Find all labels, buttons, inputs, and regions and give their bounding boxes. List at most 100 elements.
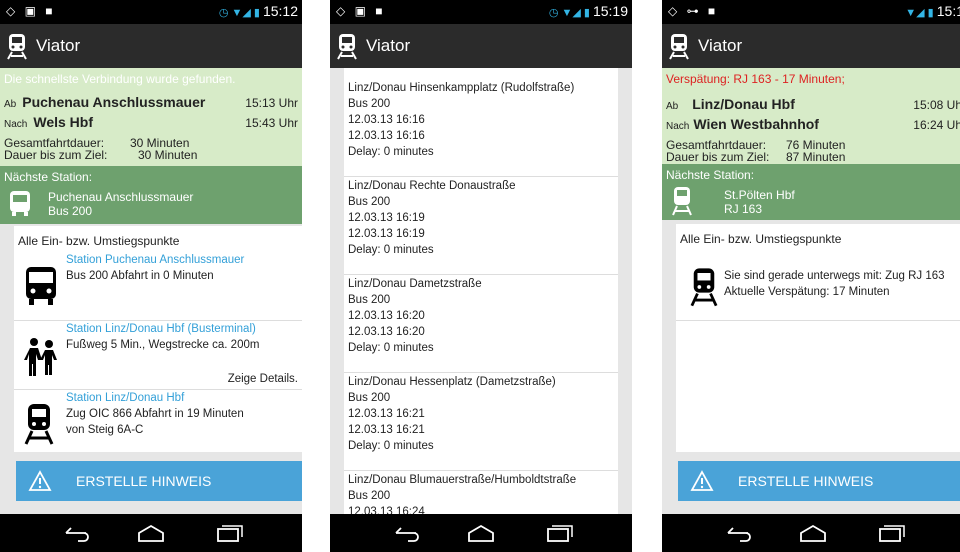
notification-icons: ◇ ▣ ■ [6,4,56,18]
remaining-label: Dauer bis zum Ziel: [4,148,108,162]
action-bar: Viator [330,24,632,68]
nav-bar [0,514,302,552]
from-label: Ab [4,99,17,110]
recent-apps-icon[interactable] [214,523,244,543]
from-time: 15:13 Uhr [245,96,298,110]
back-icon[interactable] [390,523,420,543]
to-time: 16:24 Uhr [913,118,960,132]
train-app-icon[interactable] [6,32,28,60]
item-station[interactable]: Station Linz/Donau Hbf [66,392,184,404]
create-hint-button[interactable]: ERSTELLE HINWEIS [16,461,302,501]
from-station: Linz/Donau Hbf [692,96,795,112]
status-bar: ◇ ⊶ ■ ▼◢ ▮15:1 [662,0,960,24]
next-station-bar: Nächste Station: Puchenau Anschlussmauer… [0,166,302,224]
home-icon[interactable] [136,523,166,543]
next-station-name: St.Pölten Hbf [724,188,795,202]
back-icon[interactable] [722,523,752,543]
list-item[interactable]: Linz/Donau Blumauerstraße/Humboldtstraße… [344,472,618,514]
stop-departure: 12.03.13 16:21 [348,424,425,436]
home-icon[interactable] [466,523,496,543]
walking-people-icon [24,338,57,376]
create-hint-button[interactable]: ERSTELLE HINWEIS [678,461,960,501]
stop-name: Linz/Donau Rechte Donaustraße [348,180,516,192]
item-text: Bus 200 Abfahrt in 0 Minuten [66,270,214,282]
bus-icon [10,191,30,216]
status-message: Die schnellste Verbindung wurde gefunden… [4,72,236,86]
item-text: Zug OIC 866 Abfahrt in 19 Minuten [66,408,244,420]
next-station-label: Nächste Station: [666,168,755,182]
recent-apps-icon[interactable] [876,523,906,543]
stop-delay: Delay: 0 minutes [348,146,434,158]
action-bar: Viator [662,24,960,68]
to-station: Wels Hbf [33,114,93,130]
stop-delay: Delay: 0 minutes [348,244,434,256]
status-bar: ◇ ▣ ■ ◷ ▼◢ ▮ 15:19 [330,0,632,24]
list-item[interactable]: Linz/Donau Dametzstraße Bus 200 12.03.13… [344,276,618,373]
list-title: Alle Ein- bzw. Umstiegspunkte [680,232,842,246]
list-item[interactable]: Linz/Donau Hinsenkampplatz (Rudolfstraße… [344,80,618,177]
show-details-link[interactable]: Zeige Details. [228,373,298,385]
stop-name: Linz/Donau Dametzstraße [348,278,482,290]
list-item[interactable]: Station Puchenau Anschlussmauer Bus 200 … [14,250,302,321]
status-time: 15:1 [936,3,960,19]
stops-panel: Alle Ein- bzw. Umstiegspunkte Station Pu… [14,226,302,452]
status-time: 15:19 [592,3,628,19]
stop-list: Linz/Donau Hinsenkampplatz (Rudolfstraße… [344,68,618,514]
next-station-line: RJ 163 [724,202,763,216]
train-icon [672,187,692,216]
list-title: Alle Ein- bzw. Umstiegspunkte [18,234,180,248]
stop-departure: 12.03.13 16:16 [348,130,425,142]
to-station: Wien Westbahnhof [693,116,819,132]
nav-bar [330,514,632,552]
item-text-2: von Steig 6A-C [66,424,144,436]
back-icon[interactable] [60,523,90,543]
connection-summary: Die schnellste Verbindung wurde gefunden… [0,68,302,166]
train-app-icon[interactable] [336,32,358,60]
stop-delay: Delay: 0 minutes [348,440,434,452]
recent-apps-icon[interactable] [544,523,574,543]
from-label: Ab [666,101,679,112]
stop-departure: 12.03.13 16:19 [348,228,425,240]
item-text: Fußweg 5 Min., Wegstrecke ca. 200m [66,339,260,351]
list-item[interactable]: Station Linz/Donau Hbf (Busterminal) Fuß… [14,321,302,390]
home-icon[interactable] [798,523,828,543]
list-item[interactable]: Station Linz/Donau Hbf Zug OIC 866 Abfah… [14,390,302,452]
phone-screen-3: ◇ ⊶ ■ ▼◢ ▮15:1 Viator Verspätung: RJ 163… [662,0,960,552]
stop-line: Bus 200 [348,196,391,208]
stop-line: Bus 200 [348,98,391,110]
from-time: 15:08 Uhr [913,98,960,112]
warning-icon [28,470,52,491]
list-item[interactable]: Sie sind gerade unterwegs mit: Zug RJ 16… [676,254,960,321]
status-time: 15:12 [262,3,298,19]
next-station-label: Nächste Station: [4,170,93,184]
list-item[interactable]: Linz/Donau Rechte Donaustraße Bus 200 12… [344,178,618,275]
remaining-duration: 87 Minuten [786,150,846,164]
to-label: Nach [4,119,28,130]
create-hint-label: ERSTELLE HINWEIS [76,473,212,489]
app-title: Viator [698,36,743,55]
stop-arrival: 12.03.13 16:19 [348,212,425,224]
notification-icons: ◇ ▣ ■ [336,4,386,18]
signal-battery-icons: ◷ ▼◢ ▮ [548,7,590,19]
nav-bar [662,514,960,552]
item-station[interactable]: Station Linz/Donau Hbf (Busterminal) [66,323,256,335]
stop-arrival: 12.03.13 16:21 [348,408,425,420]
status-bar: ◇ ▣ ■ ◷ ▼◢ ▮ 15:12 [0,0,302,24]
signal-battery-icons: ▼◢ ▮ [905,7,934,19]
train-app-icon[interactable] [668,32,690,60]
stops-panel: Alle Ein- bzw. Umstiegspunkte Sie sind g… [676,224,960,452]
list-item[interactable]: Linz/Donau Hessenplatz (Dametzstraße) Bu… [344,374,618,471]
train-icon [690,268,718,307]
bus-icon [26,267,56,305]
next-station-line: Bus 200 [48,204,93,218]
to-label: Nach [666,121,690,132]
app-title: Viator [366,36,411,55]
train-icon [24,404,54,445]
connection-summary: Verspätung: RJ 163 - 17 Minuten; Ab Linz/… [662,68,960,164]
stop-delay: Delay: 0 minutes [348,342,434,354]
item-station[interactable]: Station Puchenau Anschlussmauer [66,254,244,266]
stop-arrival: 12.03.13 16:24 [348,506,425,514]
stop-arrival: 12.03.13 16:20 [348,310,425,322]
next-station-name: Puchenau Anschlussmauer [48,190,194,204]
warning-icon [690,470,714,491]
